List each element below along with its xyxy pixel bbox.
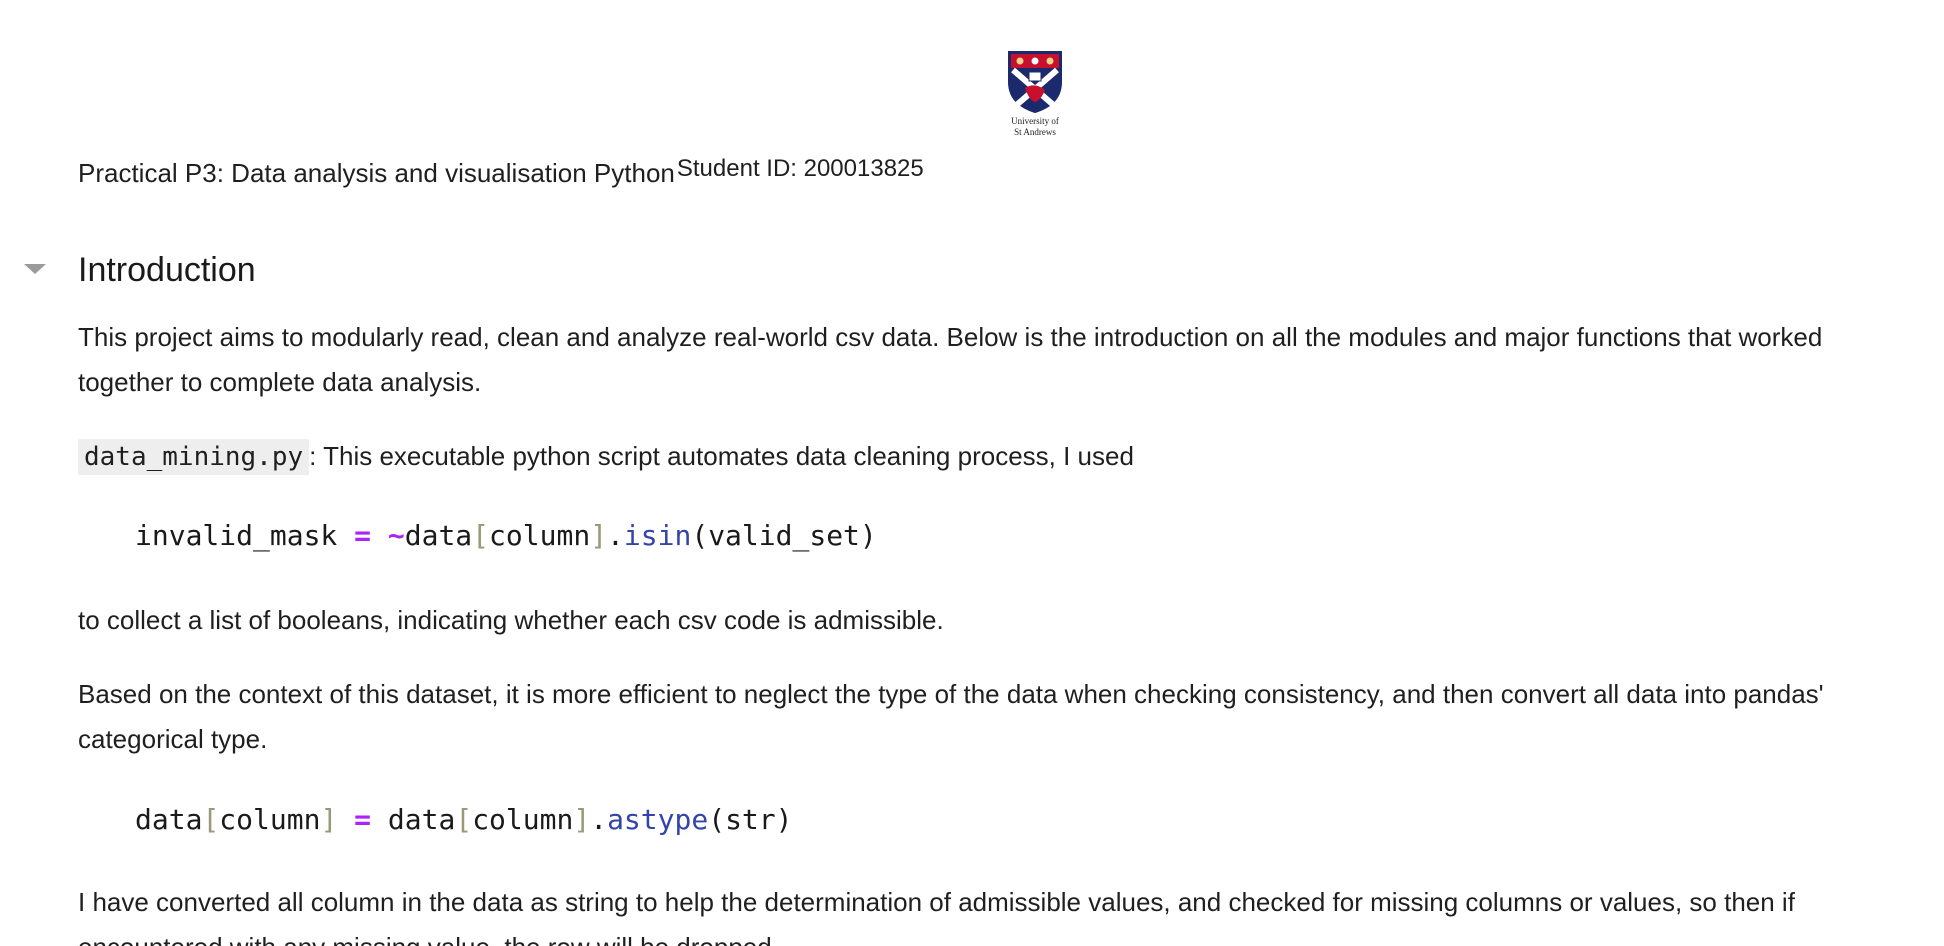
logo-text-line1: University of — [1011, 116, 1059, 126]
code-token: . — [590, 803, 608, 836]
code-bracket: [ — [455, 803, 473, 836]
university-logo: University of St Andrews — [1005, 48, 1065, 138]
conversion-paragraph: I have converted all column in the data … — [78, 887, 1795, 946]
code-bracket: [ — [202, 803, 220, 836]
code-token: column — [219, 803, 321, 836]
code-bracket: ] — [590, 519, 608, 552]
code-operator: = — [354, 519, 372, 552]
code-token: column — [472, 803, 574, 836]
code-token: data — [371, 803, 456, 836]
header-row: Practical P3: Data analysis and visualis… — [78, 155, 924, 191]
data-mining-paragraph: data_mining.py: This executable python s… — [78, 434, 1898, 480]
intro-paragraph: This project aims to modularly read, cle… — [78, 322, 1823, 397]
notebook-page: University of St Andrews Practical P3: D… — [0, 0, 1944, 946]
code-block-invalid-mask: invalid_mask = ~data[column].isin(valid_… — [135, 516, 877, 556]
code-block-astype: data[column] = data[column].astype(str) — [135, 800, 793, 840]
code-token: data — [404, 519, 473, 552]
student-id: Student ID: 200013825 — [676, 155, 924, 182]
code-token: (valid_set) — [691, 519, 877, 552]
inline-code: data_mining.py — [78, 439, 310, 475]
data-mining-text: : This executable python script automate… — [309, 441, 1134, 471]
collapse-caret-icon[interactable] — [24, 264, 46, 274]
code-operator: ~ — [387, 519, 405, 552]
code-token: invalid_mask — [135, 519, 355, 552]
document-title: Practical P3: Data analysis and visualis… — [78, 158, 675, 188]
code-bracket: ] — [320, 803, 338, 836]
code-function: astype — [607, 803, 709, 836]
logo-text-line2: St Andrews — [1014, 127, 1056, 137]
code-token: . — [607, 519, 624, 552]
code-token: (str) — [708, 803, 793, 836]
code-token: data — [135, 803, 203, 836]
code-operator: = — [354, 803, 372, 836]
code-function: isin — [623, 519, 692, 552]
booleans-paragraph: to collect a list of booleans, indicatin… — [78, 605, 944, 635]
crest-icon — [1008, 51, 1062, 114]
context-paragraph: Based on the context of this dataset, it… — [78, 679, 1824, 754]
code-bracket: [ — [472, 519, 490, 552]
section-heading: Introduction — [78, 251, 256, 289]
code-bracket: ] — [573, 803, 591, 836]
code-token: column — [489, 519, 591, 552]
